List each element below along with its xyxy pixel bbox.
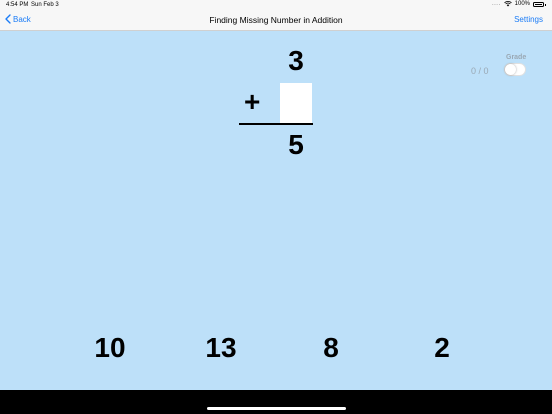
bottom-bar [0, 390, 552, 414]
battery-percent: 100% [514, 1, 530, 7]
status-indicators: .... 100% [491, 1, 546, 7]
addend-number: 3 [288, 45, 304, 76]
answer-choice-2[interactable]: 13 [191, 332, 251, 364]
answer-choice-4[interactable]: 2 [412, 332, 472, 364]
answer-choice-1[interactable]: 10 [80, 332, 140, 364]
back-button[interactable]: Back [5, 14, 31, 24]
grade-toggle[interactable] [504, 63, 526, 76]
settings-button[interactable]: Settings [514, 15, 543, 24]
page-title: Finding Missing Number in Addition [209, 15, 343, 25]
sum-line [239, 123, 313, 125]
cellular-dots: .... [491, 1, 501, 7]
back-label: Back [13, 14, 31, 24]
home-indicator[interactable] [207, 407, 346, 410]
chevron-left-icon [5, 14, 11, 24]
navigation-bar: Back Finding Missing Number in Addition … [0, 10, 552, 31]
status-time: 4:54 PM [6, 2, 29, 8]
battery-icon [533, 1, 546, 7]
answer-choice-3[interactable]: 8 [301, 332, 361, 364]
wifi-icon [503, 1, 512, 7]
score-counter: 0 / 0 [471, 66, 489, 76]
plus-operator: + [244, 86, 261, 117]
toggle-knob [505, 64, 516, 75]
status-bar: 4:54 PM Sun Feb 3 .... 100% [0, 0, 552, 10]
missing-number-box[interactable] [280, 83, 312, 123]
grade-label: Grade [506, 54, 527, 61]
status-date: Sun Feb 3 [31, 2, 59, 8]
sum-number: 5 [288, 129, 304, 160]
